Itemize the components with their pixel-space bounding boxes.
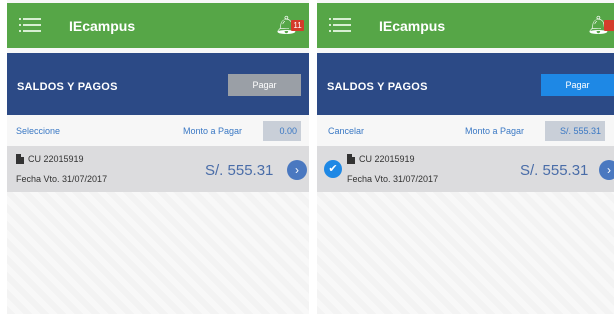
document-icon [347, 154, 355, 164]
check-icon[interactable]: ✔ [324, 160, 342, 178]
app-title: IEcampus [69, 18, 136, 34]
background-pattern [7, 192, 309, 314]
app-bar: IEcampus 🔔︎ [317, 3, 614, 48]
actions-bar: Seleccione Monto a Pagar 0.00 [7, 117, 309, 145]
item-amount: S/. 555.31 [205, 162, 274, 179]
item-code: CU 22015919 [28, 154, 84, 164]
app-bar: IEcampus 🔔︎ 11 [7, 3, 309, 48]
item-due-date: Fecha Vto. 31/07/2017 [16, 174, 108, 184]
pay-button[interactable]: Pagar [228, 74, 301, 96]
item-amount: S/. 555.31 [520, 162, 589, 179]
background-pattern [317, 192, 614, 314]
amount-field: 0.00 [263, 121, 301, 141]
select-link[interactable]: Seleccione [16, 126, 60, 136]
menu-icon[interactable] [329, 18, 351, 34]
notification-badge: 11 [291, 20, 304, 31]
screen-unselected: IEcampus 🔔︎ 11 SALDOS Y PAGOS Pagar Sele… [7, 0, 309, 314]
cancel-link[interactable]: Cancelar [328, 126, 364, 136]
actions-bar: Cancelar Monto a Pagar S/. 555.31 [317, 117, 614, 145]
app-title: IEcampus [379, 18, 446, 34]
chevron-right-icon[interactable]: › [287, 160, 307, 180]
pay-button[interactable]: Pagar [541, 74, 614, 96]
section-title: SALDOS Y PAGOS [327, 81, 428, 93]
amount-label: Monto a Pagar [465, 126, 525, 136]
menu-icon[interactable] [19, 18, 41, 34]
list-item[interactable]: ✔ CU 22015919 Fecha Vto. 31/07/2017 S/. … [317, 146, 614, 192]
section-title: SALDOS Y PAGOS [17, 81, 118, 93]
notification-badge [604, 20, 614, 31]
amount-field: S/. 555.31 [545, 121, 605, 141]
amount-label: Monto a Pagar [183, 126, 243, 136]
item-due-date: Fecha Vto. 31/07/2017 [347, 174, 439, 184]
chevron-right-icon[interactable]: › [599, 160, 614, 180]
section-header: SALDOS Y PAGOS Pagar [317, 53, 614, 115]
section-header: SALDOS Y PAGOS Pagar [7, 53, 309, 115]
document-icon [16, 154, 24, 164]
screen-selected: IEcampus 🔔︎ SALDOS Y PAGOS Pagar Cancela… [317, 0, 614, 314]
divider [309, 0, 317, 314]
item-code: CU 22015919 [359, 154, 415, 164]
list-item[interactable]: CU 22015919 Fecha Vto. 31/07/2017 S/. 55… [7, 146, 309, 192]
